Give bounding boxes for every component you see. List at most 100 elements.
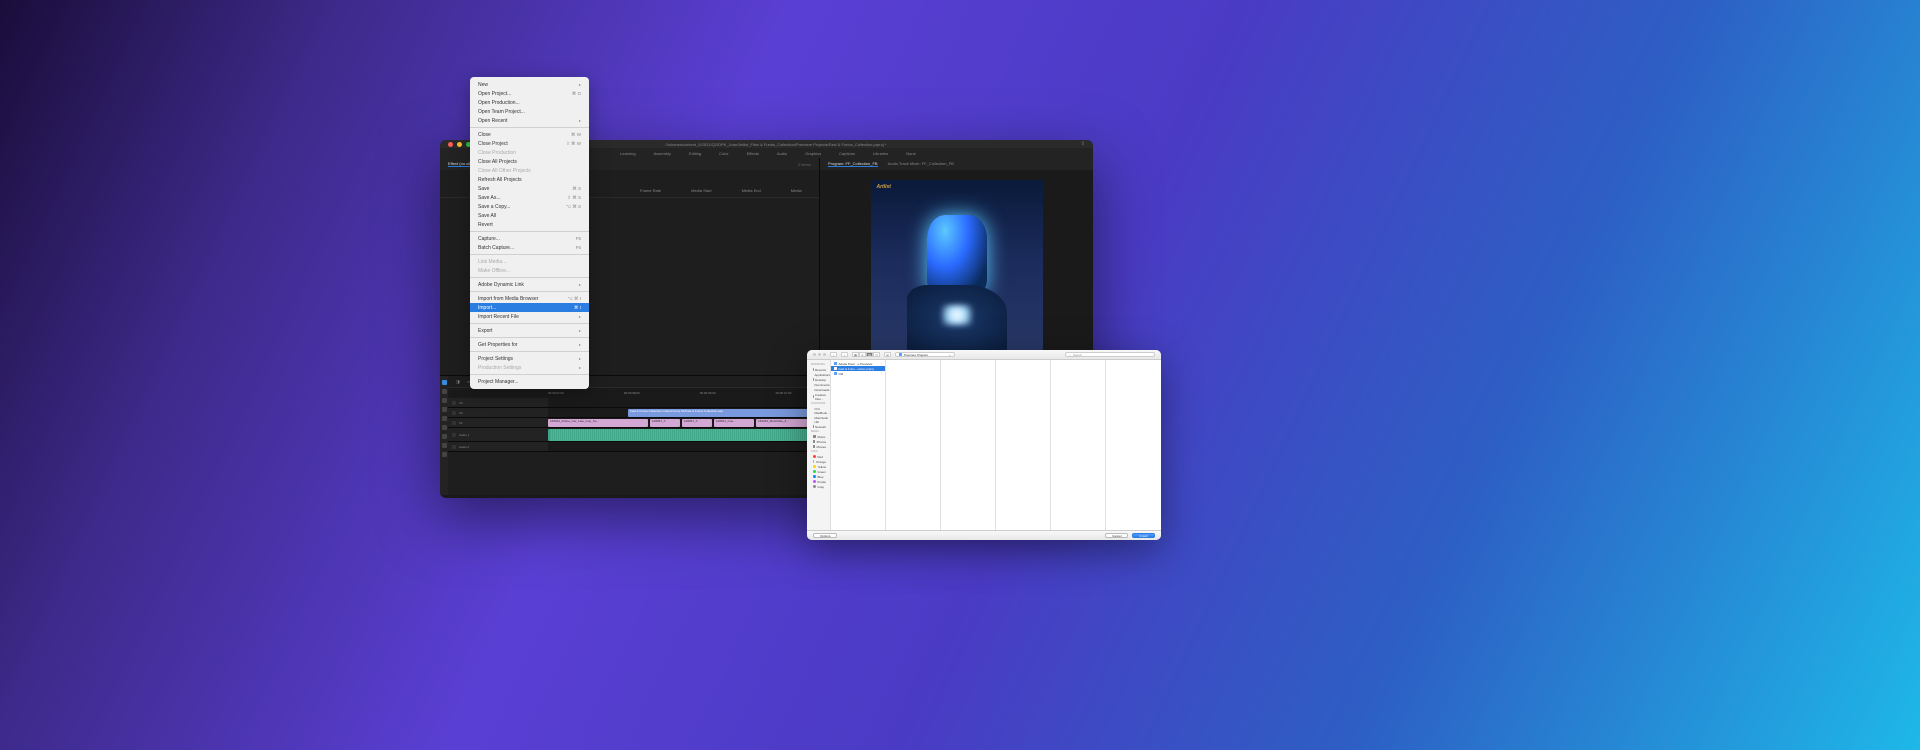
options-button[interactable]: Options xyxy=(813,533,837,538)
menu-item-save-a-copy[interactable]: Save a Copy...⌥ ⌘ S xyxy=(470,202,589,211)
track-toggle[interactable] xyxy=(452,411,456,415)
track-mute[interactable] xyxy=(452,433,456,437)
menu-item-open-project[interactable]: Open Project...⌘ O xyxy=(470,89,589,98)
menu-item-open-team-project[interactable]: Open Team Project... xyxy=(470,107,589,116)
ws-tab-assembly[interactable]: Assembly xyxy=(654,151,671,156)
dialog-close-icon[interactable] xyxy=(813,353,816,356)
col-framerate[interactable]: Frame Rate xyxy=(640,188,661,193)
track-toggle[interactable] xyxy=(452,421,456,425)
group-button[interactable]: ⊞ xyxy=(884,352,891,357)
menu-item-close[interactable]: Close⌘ W xyxy=(470,130,589,139)
import-button[interactable]: Import xyxy=(1132,533,1155,538)
clip[interactable]: 168051_T... xyxy=(682,419,712,427)
menu-item-save[interactable]: Save⌘ S xyxy=(470,184,589,193)
pen-tool-icon[interactable] xyxy=(442,425,447,430)
ws-tab-libraries[interactable]: Libraries xyxy=(873,151,888,156)
cancel-button[interactable]: Cancel xyxy=(1105,533,1128,538)
menu-item-close-all-other-projects: Close All Other Projects xyxy=(470,166,589,175)
ws-tab-editing[interactable]: Editing xyxy=(689,151,701,156)
ws-tab-none[interactable]: None xyxy=(906,151,916,156)
menu-item-label: Close Project xyxy=(478,141,566,147)
minimize-window-icon[interactable] xyxy=(457,142,462,147)
menu-item-save-as[interactable]: Save As...⇧ ⌘ S xyxy=(470,193,589,202)
slip-tool-icon[interactable] xyxy=(442,416,447,421)
finder-column[interactable] xyxy=(886,360,941,530)
hand-tool-icon[interactable] xyxy=(442,434,447,439)
ws-tab-effects[interactable]: Effects xyxy=(747,151,759,156)
col-mediaend[interactable]: Media End xyxy=(742,188,761,193)
menu-item-batch-capture[interactable]: Batch Capture...F6 xyxy=(470,243,589,252)
menu-item-import[interactable]: Import...⌘ I xyxy=(470,303,589,312)
sidebar-tag-gray[interactable]: Gray xyxy=(807,484,830,489)
menu-item-capture[interactable]: Capture...F5 xyxy=(470,234,589,243)
close-window-icon[interactable] xyxy=(448,142,453,147)
zoom-tool-icon[interactable] xyxy=(442,443,447,448)
clip[interactable]: 166912_Police_Car_Late_Cop_So... xyxy=(548,419,648,427)
sidebar-item-macbook[interactable]: Or's MacBook... xyxy=(807,406,830,415)
program-tab[interactable]: Program: FF_Collection_FB xyxy=(828,161,878,167)
menu-separator xyxy=(470,374,589,375)
menu-item-label: Batch Capture... xyxy=(478,245,576,251)
razor-tool-icon[interactable] xyxy=(442,407,447,412)
menu-item-open-recent[interactable]: Open Recent▸ xyxy=(470,116,589,125)
snap-icon[interactable]: ◨ xyxy=(456,379,461,384)
menu-item-label: Close All Projects xyxy=(478,159,581,165)
menu-item-label: Import from Media Browser xyxy=(478,296,568,302)
menu-item-import-recent-file[interactable]: Import Recent File▸ xyxy=(470,312,589,321)
column-view-button[interactable]: ▥ xyxy=(866,352,873,357)
menu-item-export[interactable]: Export▸ xyxy=(470,326,589,335)
icon-view-button[interactable]: ▦ xyxy=(852,352,859,357)
audio-mixer-tab[interactable]: Audio Track Mixer: FF_Collection_FB xyxy=(888,161,954,166)
file-menu-dropdown: New▸Open Project...⌘ OOpen Production...… xyxy=(470,77,589,389)
sidebar-item-creative-cloud[interactable]: Creative Clou... xyxy=(807,392,830,401)
menu-item-open-production[interactable]: Open Production... xyxy=(470,98,589,107)
col-mediastart[interactable]: Media Start xyxy=(691,188,711,193)
menu-item-revert[interactable]: Revert xyxy=(470,220,589,229)
track-select-tool-icon[interactable] xyxy=(442,389,447,394)
ripple-tool-icon[interactable] xyxy=(442,398,447,403)
submenu-arrow-icon: ▸ xyxy=(579,282,581,287)
share-icon[interactable]: ⇪ xyxy=(1081,141,1085,147)
folder-icon xyxy=(899,353,902,356)
ws-tab-graphics[interactable]: Graphics xyxy=(805,151,821,156)
back-button[interactable]: ‹ xyxy=(830,352,837,357)
submenu-arrow-icon: ▸ xyxy=(579,314,581,319)
selection-tool-icon[interactable] xyxy=(442,380,447,385)
finder-column[interactable] xyxy=(941,360,996,530)
finder-column[interactable]: Adobe Prem...o Previews› Fast & Furio...… xyxy=(831,360,886,530)
search-icon: ⌕ xyxy=(1069,353,1071,357)
menu-item-refresh-all-projects[interactable]: Refresh All Projects xyxy=(470,175,589,184)
path-dropdown[interactable]: Premiere Projects ⌄ xyxy=(895,352,955,357)
list-view-button[interactable]: ≡ xyxy=(859,352,866,357)
menu-separator xyxy=(470,254,589,255)
menu-item-adobe-dynamic-link[interactable]: Adobe Dynamic Link▸ xyxy=(470,280,589,289)
tag-icon xyxy=(813,485,816,488)
track-mute[interactable] xyxy=(452,445,456,449)
search-input[interactable]: ⌕ Search xyxy=(1065,352,1155,357)
menu-item-close-all-projects[interactable]: Close All Projects xyxy=(470,157,589,166)
finder-column[interactable] xyxy=(996,360,1051,530)
sidebar-item-macintosh-hd[interactable]: Macintosh HD xyxy=(807,415,830,424)
menu-item-get-properties-for[interactable]: Get Properties for▸ xyxy=(470,340,589,349)
folder-item[interactable]: Old› xyxy=(831,371,885,376)
menu-item-project-manager[interactable]: Project Manager... xyxy=(470,377,589,386)
col-media[interactable]: Media xyxy=(791,188,802,193)
gallery-view-button[interactable]: ▭ xyxy=(873,352,880,357)
menu-item-import-from-media-browser[interactable]: Import from Media Browser⌥ ⌘ I xyxy=(470,294,589,303)
menu-item-close-project[interactable]: Close Project⇧ ⌘ W xyxy=(470,139,589,148)
finder-column[interactable] xyxy=(1051,360,1106,530)
track-toggle[interactable] xyxy=(452,401,456,405)
video-preview[interactable]: Artlist xyxy=(871,180,1043,366)
clip[interactable]: 168051_T... xyxy=(650,419,680,427)
finder-column[interactable] xyxy=(1106,360,1161,530)
type-tool-icon[interactable] xyxy=(442,452,447,457)
ws-tab-color[interactable]: Color xyxy=(719,151,729,156)
forward-button[interactable]: › xyxy=(841,352,848,357)
menu-item-new[interactable]: New▸ xyxy=(470,80,589,89)
ws-tab-audio[interactable]: Audio xyxy=(777,151,787,156)
ws-tab-learning[interactable]: Learning xyxy=(620,151,636,156)
menu-item-project-settings[interactable]: Project Settings▸ xyxy=(470,354,589,363)
ws-tab-captions[interactable]: Captions xyxy=(839,151,855,156)
clip[interactable]: 168031_Cou... xyxy=(714,419,754,427)
menu-item-save-all[interactable]: Save All xyxy=(470,211,589,220)
